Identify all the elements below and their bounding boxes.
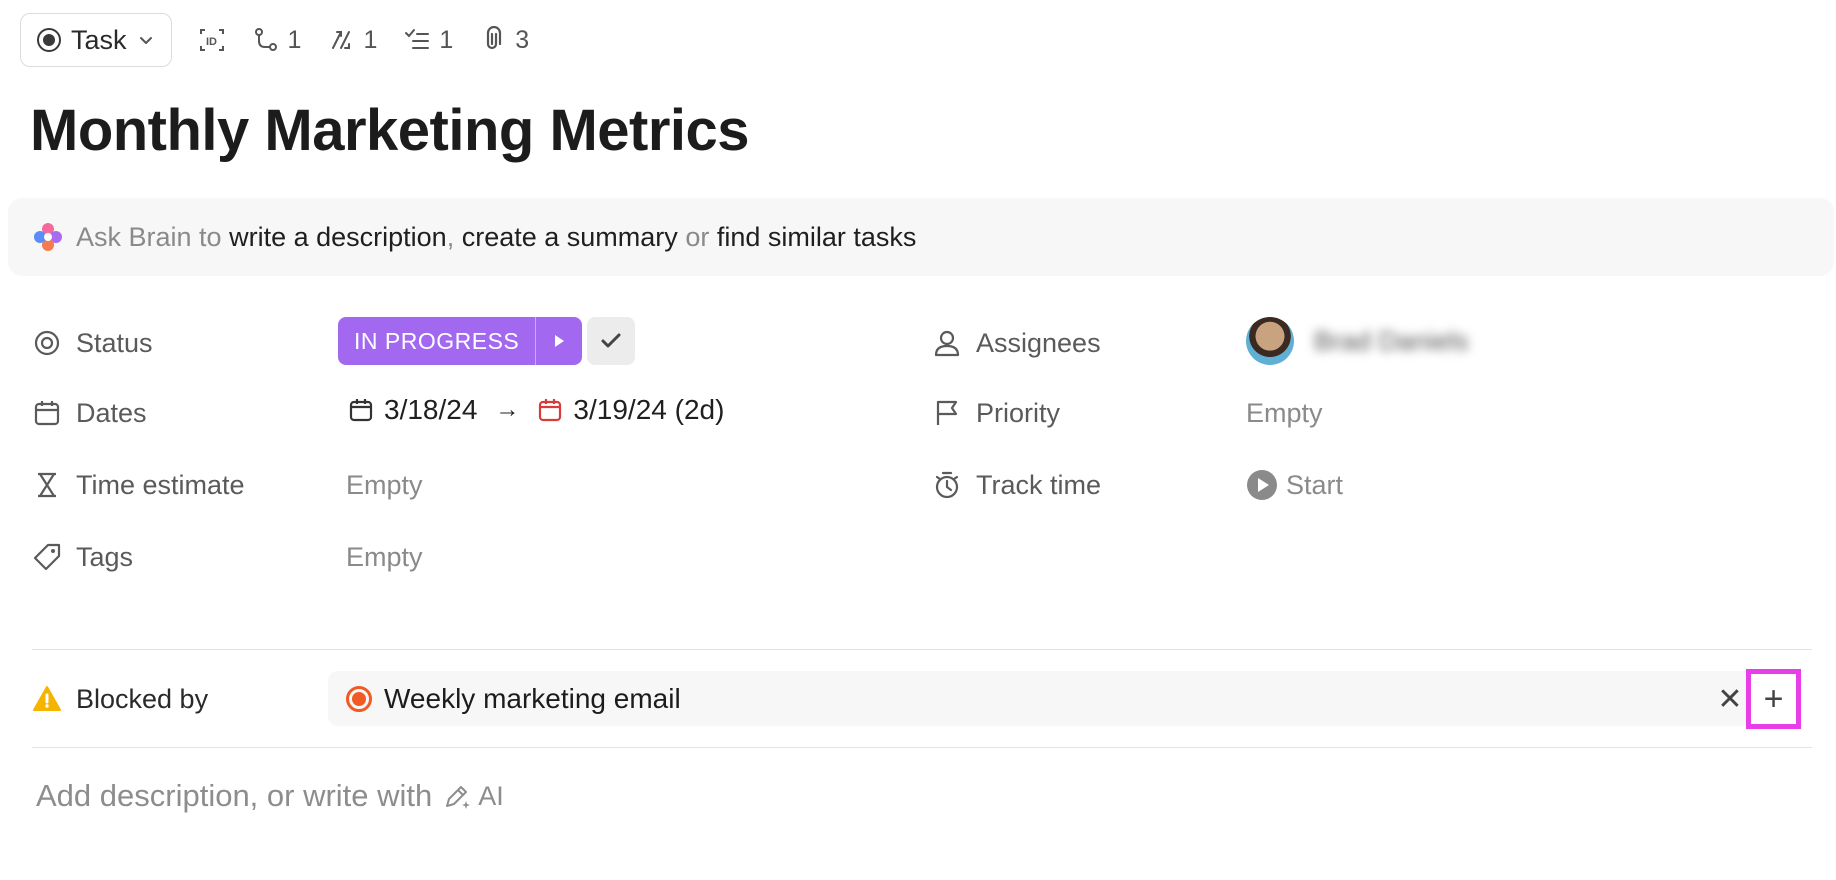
brain-create-summary-link[interactable]: create a summary bbox=[462, 222, 678, 253]
checkmark-icon bbox=[601, 333, 621, 348]
description-placeholder: Add description, or write with bbox=[36, 778, 433, 813]
tags-label: Tags bbox=[76, 541, 134, 572]
person-icon bbox=[934, 330, 960, 357]
task-title[interactable]: Monthly Marketing Metrics bbox=[30, 97, 750, 164]
track-time-start-label: Start bbox=[1286, 469, 1344, 500]
add-description[interactable]: Add description, or write with AI bbox=[36, 778, 504, 814]
type-dot-icon bbox=[37, 28, 61, 52]
dates-label: Dates bbox=[76, 397, 147, 428]
play-arrow-icon bbox=[555, 335, 565, 347]
date-range: 3/18/24 → 3/19/24 (2d) bbox=[348, 394, 724, 426]
track-time-start-button[interactable]: Start bbox=[1246, 463, 1343, 507]
brain-write-description-link[interactable]: write a description bbox=[229, 222, 447, 253]
ask-brain-bar: Ask Brain to write a description , creat… bbox=[8, 198, 1834, 276]
ai-label: AI bbox=[478, 780, 504, 811]
dependency-icon bbox=[254, 28, 277, 51]
priority-field: Priority bbox=[932, 391, 1060, 435]
blocking-task-name[interactable]: Weekly marketing email bbox=[384, 683, 681, 715]
pencil-ai-icon bbox=[446, 786, 471, 809]
attachments-count: 3 bbox=[515, 25, 530, 54]
dependencies-button[interactable]: 1 bbox=[252, 25, 302, 55]
blocking-task-item[interactable]: Weekly marketing email bbox=[328, 671, 1798, 726]
warning-icon bbox=[33, 686, 61, 711]
subtasks-button[interactable]: 1 bbox=[327, 26, 377, 55]
brain-find-similar-link[interactable]: find similar tasks bbox=[717, 222, 917, 253]
brain-separator-comma: , bbox=[446, 221, 455, 252]
complete-task-button[interactable] bbox=[587, 317, 635, 365]
time-estimate-label: Time estimate bbox=[76, 469, 245, 500]
time-estimate-field: Time estimate bbox=[32, 463, 245, 507]
divider-top bbox=[32, 649, 1812, 650]
flag-icon bbox=[936, 400, 958, 425]
status-icon bbox=[34, 330, 60, 356]
checklist-button[interactable]: 1 bbox=[403, 26, 453, 55]
remove-blocking-task-button[interactable]: ✕ bbox=[1710, 679, 1750, 719]
tags-field: Tags bbox=[32, 535, 133, 579]
play-icon bbox=[1247, 470, 1277, 500]
tags-value[interactable]: Empty bbox=[346, 542, 423, 573]
dependencies-count: 1 bbox=[287, 25, 302, 54]
assignee-name[interactable]: Brad Daniels bbox=[1314, 326, 1469, 357]
avatar[interactable] bbox=[1246, 317, 1294, 365]
priority-value-wrap: Empty bbox=[1246, 391, 1323, 435]
priority-label: Priority bbox=[976, 397, 1061, 428]
tags-value-wrap: Empty bbox=[346, 535, 423, 579]
next-status-button[interactable] bbox=[535, 317, 582, 365]
brain-icon bbox=[34, 223, 62, 251]
dates-field: Dates bbox=[32, 391, 147, 435]
status-value: IN PROGRESS bbox=[354, 327, 520, 354]
status-label: Status bbox=[76, 327, 153, 358]
svg-text:ID: ID bbox=[206, 36, 217, 48]
assignees-label: Assignees bbox=[976, 327, 1101, 358]
time-estimate-value-wrap: Empty bbox=[346, 463, 423, 507]
subtasks-count: 1 bbox=[363, 25, 378, 54]
track-time-label: Track time bbox=[976, 469, 1102, 500]
task-id-icon: ID bbox=[199, 29, 224, 51]
status-dropdown[interactable]: IN PROGRESS bbox=[338, 317, 583, 365]
priority-value[interactable]: Empty bbox=[1246, 398, 1323, 429]
hourglass-icon bbox=[38, 472, 56, 498]
due-date[interactable]: 3/19/24 (2d) bbox=[573, 394, 724, 426]
start-date[interactable]: 3/18/24 bbox=[384, 394, 477, 426]
date-arrow: → bbox=[495, 396, 520, 423]
assignees-field: Assignees bbox=[932, 321, 1101, 365]
task-id-button[interactable]: ID bbox=[198, 26, 226, 54]
brain-separator-or: or bbox=[685, 221, 710, 252]
calendar-icon bbox=[34, 401, 60, 426]
start-calendar-icon bbox=[349, 399, 373, 422]
write-with-ai-button[interactable]: AI bbox=[442, 781, 504, 812]
blocked-by-label: Blocked by bbox=[76, 683, 209, 714]
track-time-field: Track time bbox=[932, 463, 1101, 507]
task-toolbar: Task ID 1 1 1 3 bbox=[20, 13, 529, 67]
due-calendar-icon bbox=[539, 399, 562, 422]
stopwatch-icon bbox=[935, 471, 959, 499]
task-status-dot-icon bbox=[346, 685, 372, 712]
time-estimate-value[interactable]: Empty bbox=[346, 470, 423, 501]
divider-bottom bbox=[32, 747, 1812, 748]
checklist-count: 1 bbox=[439, 25, 454, 54]
tag-icon bbox=[33, 543, 61, 571]
brain-prefix: Ask Brain to bbox=[76, 221, 222, 252]
task-type-button[interactable]: Task bbox=[20, 13, 172, 67]
checklist-icon bbox=[405, 29, 430, 49]
task-type-label: Task bbox=[71, 24, 127, 55]
status-field: Status bbox=[32, 321, 153, 365]
add-blocking-task-button[interactable]: + bbox=[1746, 669, 1801, 729]
chevron-down-icon bbox=[139, 37, 152, 44]
subtasks-icon bbox=[332, 31, 351, 49]
blocked-by-field: Blocked by bbox=[32, 677, 208, 721]
attachment-icon bbox=[487, 26, 502, 50]
attachments-button[interactable]: 3 bbox=[479, 26, 529, 55]
